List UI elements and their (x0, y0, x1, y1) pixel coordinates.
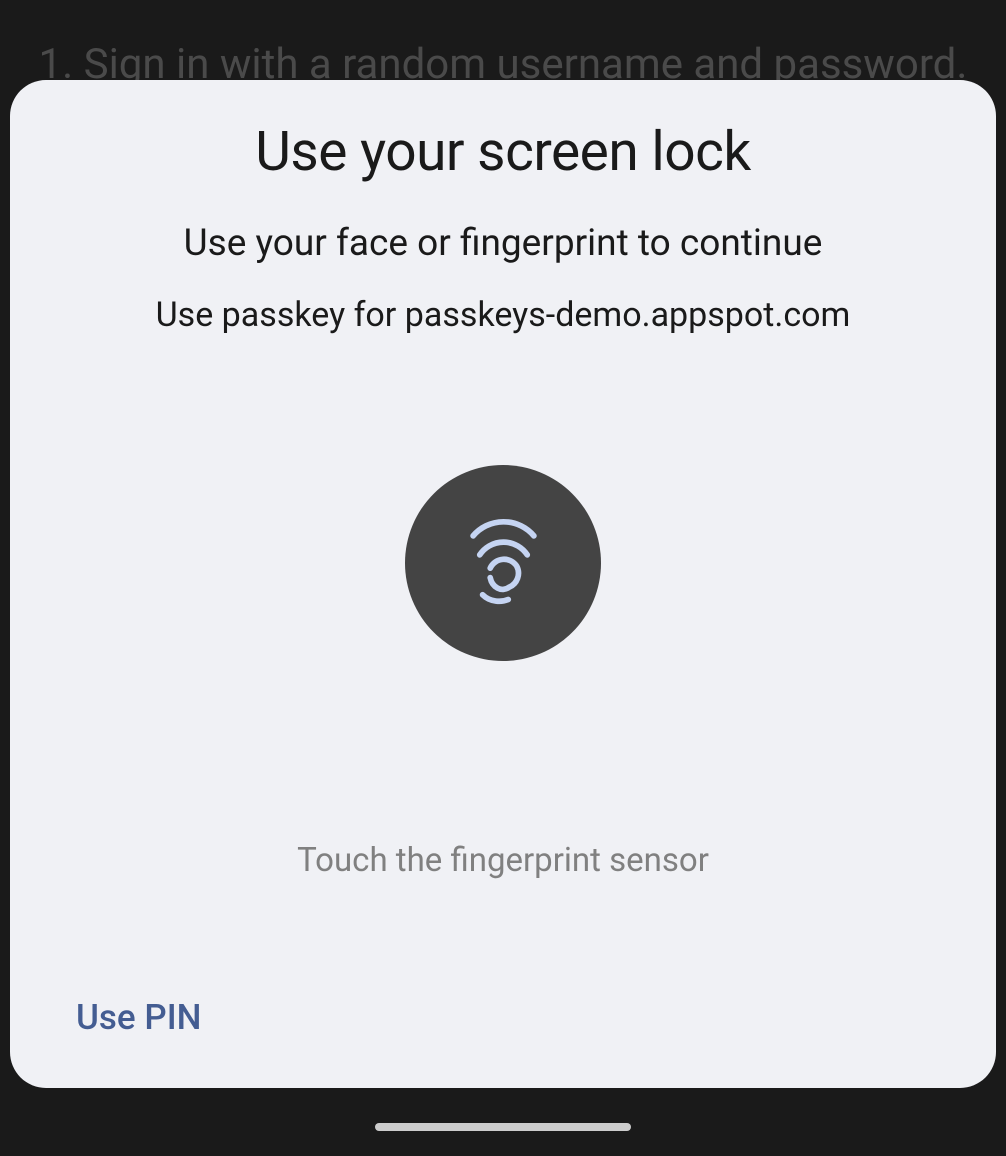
use-pin-button[interactable]: Use PIN (76, 997, 201, 1038)
fingerprint-sensor[interactable] (405, 465, 601, 661)
dialog-domain-text: Use passkey for passkeys-demo.appspot.co… (156, 295, 851, 335)
biometric-dialog: Use your screen lock Use your face or fi… (10, 80, 996, 1088)
fingerprint-hint: Touch the fingerprint sensor (297, 841, 709, 880)
fingerprint-icon (456, 509, 551, 618)
dialog-subtitle: Use your face or fingerprint to continue (184, 222, 823, 265)
dialog-title: Use your screen lock (255, 120, 751, 184)
navigation-handle[interactable] (375, 1123, 631, 1131)
